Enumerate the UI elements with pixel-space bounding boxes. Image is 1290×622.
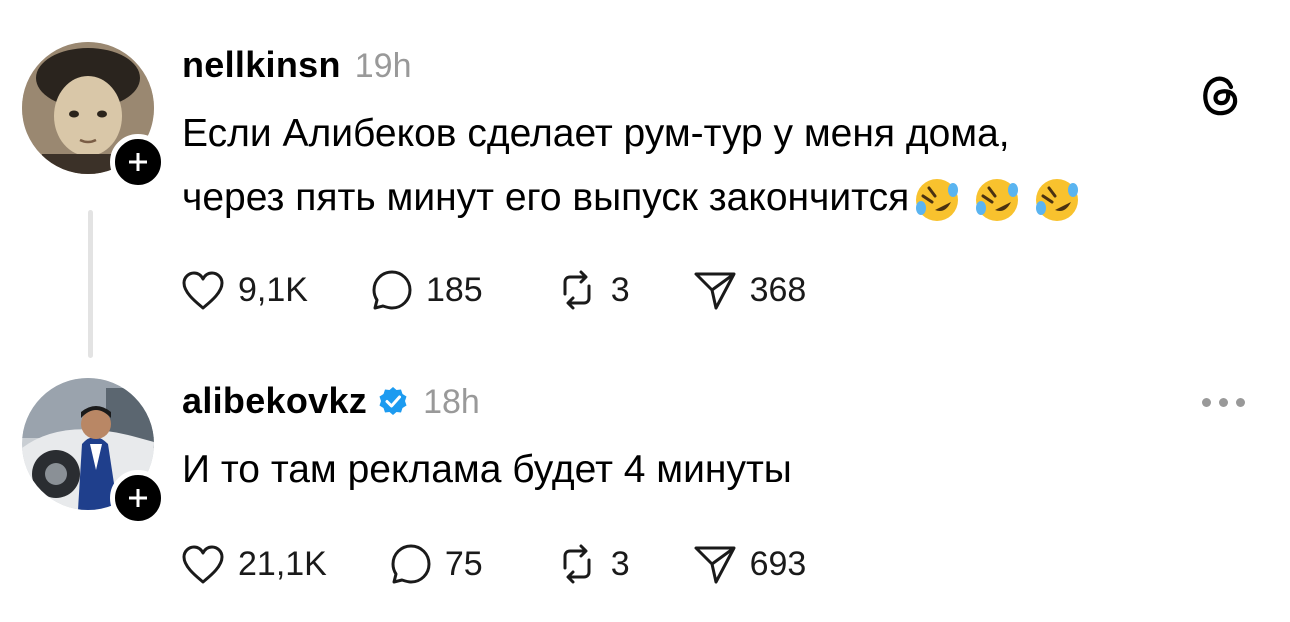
threads-logo-icon[interactable] — [1198, 72, 1244, 123]
rofl-emoji — [916, 178, 959, 221]
reply-count: 75 — [444, 544, 483, 583]
rofl-emoji — [976, 178, 1019, 221]
post-actions: 9,1K 185 3 368 — [180, 268, 806, 312]
reply-button[interactable]: 75 — [389, 542, 483, 586]
plus-icon — [129, 153, 147, 171]
username[interactable]: alibekovkz — [182, 380, 367, 422]
verified-badge-icon — [379, 387, 407, 415]
heart-icon — [182, 545, 224, 584]
heart-icon — [182, 271, 224, 310]
follow-button-nellkinsn[interactable] — [110, 134, 166, 190]
reply-count: 185 — [425, 270, 483, 309]
repost-icon — [563, 544, 591, 584]
share-button[interactable]: 368 — [692, 268, 807, 312]
like-count: 21,1K — [238, 544, 327, 583]
like-button[interactable]: 9,1K — [180, 269, 308, 311]
username[interactable]: nellkinsn — [182, 44, 341, 86]
post-text: Если Алибеков сделает рум-тур у меня дом… — [182, 102, 1093, 230]
speech-bubble-icon — [391, 544, 431, 584]
repost-button[interactable]: 3 — [555, 268, 630, 312]
speech-bubble-icon — [372, 270, 412, 310]
post-text: И то там реклама будет 4 минуты — [182, 438, 792, 502]
share-count: 368 — [749, 270, 807, 309]
threads-conversation: nellkinsn 19h Если Алибеков сделает рум-… — [0, 0, 1290, 622]
paper-plane-icon — [694, 546, 736, 584]
post-header: alibekovkz 18h — [182, 380, 480, 422]
repost-button[interactable]: 3 — [555, 542, 630, 586]
emoji-group — [913, 176, 1093, 224]
post-text-line-1: Если Алибеков сделает рум-тур у меня дом… — [182, 112, 1010, 155]
rofl-emoji — [1036, 178, 1079, 221]
reply-button[interactable]: 185 — [370, 268, 483, 312]
share-button[interactable]: 693 — [692, 542, 807, 586]
more-dots-icon[interactable] — [1202, 398, 1245, 407]
like-button[interactable]: 21,1K — [180, 543, 327, 585]
repost-count: 3 — [610, 270, 630, 309]
follow-button-alibekovkz[interactable] — [110, 470, 166, 526]
post-text-line-2: через пять минут его выпуск закончится — [182, 176, 910, 219]
post-header: nellkinsn 19h — [182, 44, 411, 86]
repost-icon — [563, 270, 591, 310]
paper-plane-icon — [694, 272, 736, 310]
like-count: 9,1K — [238, 270, 308, 309]
thread-connector-line — [88, 210, 93, 358]
post-text-line-2-row: через пять минут его выпуск закончится — [182, 166, 1093, 230]
share-count: 693 — [749, 544, 807, 583]
timestamp[interactable]: 19h — [355, 47, 412, 86]
plus-icon — [129, 489, 147, 507]
post-text-line-1: И то там реклама будет 4 минуты — [182, 448, 792, 491]
timestamp[interactable]: 18h — [423, 383, 480, 422]
post-actions: 21,1K 75 3 693 — [180, 542, 806, 586]
repost-count: 3 — [610, 544, 630, 583]
